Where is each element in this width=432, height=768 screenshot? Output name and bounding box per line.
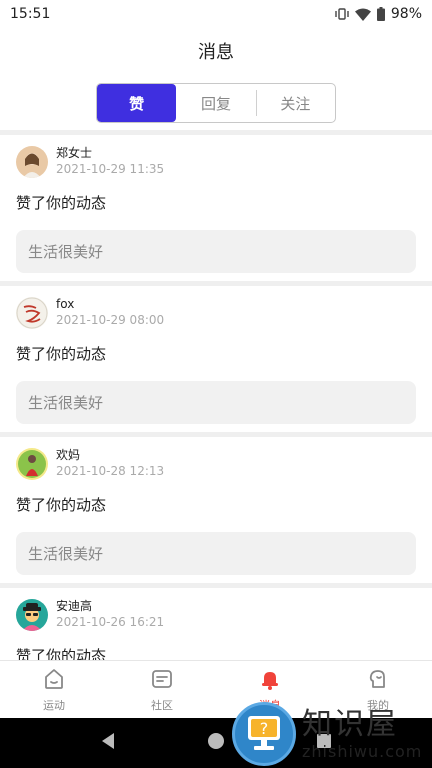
message-card[interactable]: fox 2021-10-29 08:00 赞了你的动态 生活很美好 xyxy=(0,286,432,432)
avatar[interactable] xyxy=(16,145,48,178)
user-name[interactable]: 安迪高 xyxy=(56,598,164,614)
avatar[interactable] xyxy=(16,598,48,631)
tab-label: 社区 xyxy=(151,698,173,712)
timestamp: 2021-10-26 16:21 xyxy=(56,615,165,629)
card-header: 郑女士 2021-10-29 11:35 xyxy=(16,145,416,178)
timestamp: 2021-10-28 12:13 xyxy=(56,464,165,478)
quoted-post[interactable]: 生活很美好 xyxy=(16,230,416,273)
message-feed[interactable]: 郑女士 2021-10-29 11:35 赞了你的动态 生活很美好 fox 20… xyxy=(0,130,432,660)
status-icons: 98% xyxy=(335,6,422,22)
bell-icon xyxy=(258,667,282,694)
message-card[interactable]: 郑女士 2021-10-29 11:35 赞了你的动态 生活很美好 xyxy=(0,135,432,281)
wifi-icon xyxy=(354,8,371,21)
community-icon xyxy=(150,667,174,694)
action-text: 赞了你的动态 xyxy=(16,194,107,212)
avatar[interactable] xyxy=(16,447,48,480)
battery-icon xyxy=(376,7,385,21)
avatar[interactable] xyxy=(16,296,48,329)
watermark-url: zhishiwu.com xyxy=(302,741,423,761)
timestamp: 2021-10-29 08:00 xyxy=(56,313,165,327)
tab-label: 运动 xyxy=(43,698,65,712)
profile-icon xyxy=(366,667,390,694)
tab-follows[interactable]: 关注 xyxy=(255,84,335,122)
action-text: 赞了你的动态 xyxy=(16,496,107,514)
watermark-logo-icon: ? xyxy=(232,702,296,766)
watermark-title: 知识屋 xyxy=(302,706,398,742)
status-bar: 15:51 98% xyxy=(0,0,432,28)
user-name[interactable]: 欢妈 xyxy=(56,447,164,463)
vibrate-icon xyxy=(335,7,349,21)
page-title: 消息 xyxy=(198,42,234,63)
user-name[interactable]: fox xyxy=(56,296,164,312)
card-header: fox 2021-10-29 08:00 xyxy=(16,296,416,329)
quoted-post[interactable]: 生活很美好 xyxy=(16,381,416,424)
user-meta: 郑女士 2021-10-29 11:35 xyxy=(56,145,164,178)
user-meta: fox 2021-10-29 08:00 xyxy=(56,296,164,329)
action-text: 赞了你的动态 xyxy=(16,647,107,660)
status-time: 15:51 xyxy=(10,6,51,22)
message-card[interactable]: 欢妈 2021-10-28 12:13 赞了你的动态 生活很美好 xyxy=(0,437,432,583)
back-icon[interactable] xyxy=(100,732,116,754)
action-text: 赞了你的动态 xyxy=(16,345,107,363)
timestamp: 2021-10-29 11:35 xyxy=(56,162,165,176)
watermark-text: 知识屋 zhishiwu.com xyxy=(302,706,423,761)
segment-control-wrap: 赞 回复 关注 xyxy=(0,83,432,123)
page-header: 消息 xyxy=(0,28,432,74)
user-meta: 欢妈 2021-10-28 12:13 xyxy=(56,447,164,480)
tab-community[interactable]: 社区 xyxy=(108,661,216,718)
card-header: 安迪高 2021-10-26 16:21 xyxy=(16,598,416,631)
battery-level: 98% xyxy=(390,6,422,22)
home-button-icon[interactable] xyxy=(206,731,226,755)
user-name[interactable]: 郑女士 xyxy=(56,145,164,161)
message-card[interactable]: 安迪高 2021-10-26 16:21 赞了你的动态 xyxy=(0,588,432,660)
tab-likes[interactable]: 赞 xyxy=(97,84,177,122)
user-meta: 安迪高 2021-10-26 16:21 xyxy=(56,598,164,631)
quoted-post[interactable]: 生活很美好 xyxy=(16,532,416,575)
card-header: 欢妈 2021-10-28 12:13 xyxy=(16,447,416,480)
watermark: ? 知识屋 zhishiwu.com xyxy=(232,700,432,768)
svg-text:?: ? xyxy=(260,719,269,738)
segment-control: 赞 回复 关注 xyxy=(96,83,336,123)
tab-sports[interactable]: 运动 xyxy=(0,661,108,718)
home-icon xyxy=(42,667,66,694)
tab-replies[interactable]: 回复 xyxy=(176,84,255,122)
